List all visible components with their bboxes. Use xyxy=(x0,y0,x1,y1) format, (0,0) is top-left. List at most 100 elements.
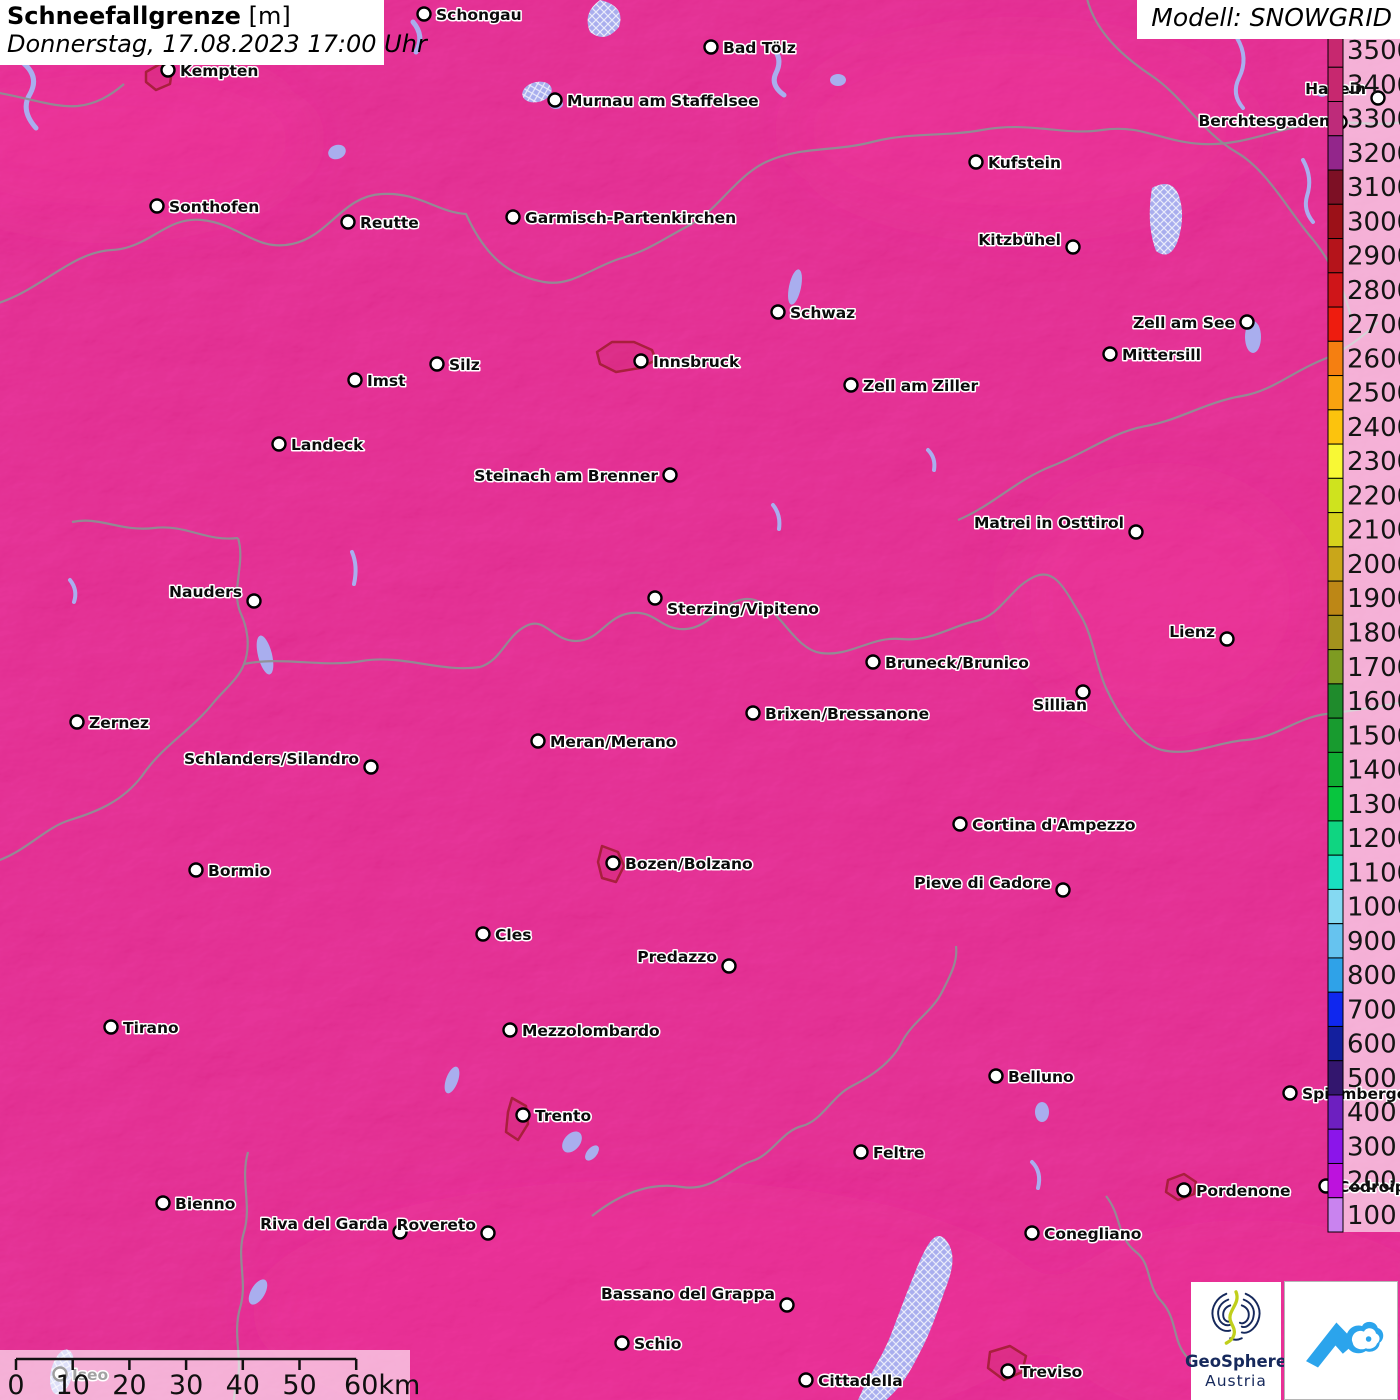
city-dot xyxy=(614,1335,630,1351)
city-marker: Cles xyxy=(475,925,533,946)
city-label: Bormio xyxy=(208,862,270,880)
colorbar-segment xyxy=(1327,614,1344,651)
city-label: Silz xyxy=(449,356,480,374)
colorbar-value: 600 xyxy=(1347,1030,1397,1060)
colorbar-value: 3100 xyxy=(1347,173,1400,203)
city-label: Mezzolombardo xyxy=(522,1022,660,1040)
geosphere-name: GeoSphere xyxy=(1184,1352,1288,1371)
city-label: Trento xyxy=(535,1107,591,1125)
city-label: Imst xyxy=(367,372,406,390)
colorbar-value: 2000 xyxy=(1347,550,1400,580)
colorbar-value: 2100 xyxy=(1347,516,1400,546)
city-label: Pieve di Cadore xyxy=(914,874,1051,892)
geosphere-logo-box: GeoSphere Austria xyxy=(1185,1282,1287,1400)
colorbar-value: 900 xyxy=(1347,927,1397,957)
city-label: Bruneck/Brunico xyxy=(885,654,1029,672)
colorbar-value: 400 xyxy=(1347,1098,1397,1128)
city-label: Treviso xyxy=(1020,1363,1082,1381)
colorbar-value: 1400 xyxy=(1347,756,1400,786)
colorbar-segment xyxy=(1327,477,1344,514)
city-dot xyxy=(1176,1182,1192,1198)
city-dot xyxy=(502,1022,518,1038)
colorbar-segment xyxy=(1327,923,1344,959)
city-dot xyxy=(69,714,85,730)
colorbar-segment xyxy=(1327,101,1344,137)
city-dot xyxy=(347,372,363,388)
city-label: Steinach am Brenner xyxy=(474,467,658,485)
scale-bar-label: 30 xyxy=(169,1370,203,1400)
colorbar-value: 700 xyxy=(1347,995,1397,1025)
city-label: Tirano xyxy=(123,1019,179,1037)
city-marker: Bozen/Bolzano xyxy=(605,854,754,875)
colorbar-segment xyxy=(1327,786,1344,822)
colorbar-segment xyxy=(1327,888,1344,925)
colorbar-value: 3300 xyxy=(1347,105,1400,135)
colorbar-segment xyxy=(1327,991,1344,1027)
city-dot xyxy=(155,1195,171,1211)
colorbar-segment xyxy=(1327,546,1344,582)
colorbar-segment xyxy=(1327,272,1344,308)
city-marker: Berchtesgaden xyxy=(1197,111,1348,132)
city-marker: Zell am Ziller xyxy=(843,376,980,397)
model-label: Modell: SNOWGRID xyxy=(1151,3,1392,32)
city-label: Matrei in Osttirol xyxy=(974,514,1124,532)
city-dot xyxy=(798,1372,814,1388)
city-dot xyxy=(703,39,719,55)
colorbar-segment xyxy=(1327,375,1344,411)
city-marker: Murnau am Staffelsee xyxy=(547,91,760,112)
colorbar-segment xyxy=(1327,135,1344,171)
colorbar-value: 2800 xyxy=(1347,276,1400,306)
city-dot xyxy=(968,154,984,170)
city-label: Conegliano xyxy=(1044,1225,1141,1243)
colorbar-segment xyxy=(1327,1197,1344,1233)
city-label: Kufstein xyxy=(988,154,1061,172)
colorbar-value: 100 xyxy=(1347,1201,1397,1231)
city-dot xyxy=(1128,524,1144,540)
snowline-map: SchongauBad TölzKemptenMurnau am Staffel… xyxy=(0,0,1400,1400)
geosphere-country: Austria xyxy=(1205,1372,1267,1390)
colorbar-segment xyxy=(1327,1025,1344,1062)
colorbar-value: 800 xyxy=(1347,961,1397,991)
city-dot xyxy=(1102,346,1118,362)
city-marker: Silz xyxy=(429,355,481,376)
scale-bar-label: 60km xyxy=(344,1370,420,1400)
city-label: Berchtesgaden xyxy=(1198,112,1330,130)
colorbar-segment xyxy=(1327,1094,1344,1130)
map-title-unit: [m] xyxy=(248,2,291,30)
city-label: Predazzo xyxy=(637,948,717,966)
colorbar-segment xyxy=(1327,649,1344,685)
city-dot xyxy=(363,759,379,775)
city-label: Meran/Merano xyxy=(550,733,676,751)
colorbar-segment xyxy=(1327,66,1344,103)
colorbar-value: 1900 xyxy=(1347,584,1400,614)
city-dot xyxy=(1065,239,1081,255)
colorbar-value: 3000 xyxy=(1347,207,1400,237)
city-dot xyxy=(721,958,737,974)
colorbar-segment xyxy=(1327,1128,1344,1164)
map-datetime: Donnerstag, 17.08.2023 17:00 Uhr xyxy=(7,29,427,58)
city-dot xyxy=(1282,1085,1298,1101)
city-dot xyxy=(988,1068,1004,1084)
city-dot xyxy=(149,198,165,214)
city-dot xyxy=(429,356,445,372)
colorbar-value: 2200 xyxy=(1347,482,1400,512)
city-label: Landeck xyxy=(291,436,364,454)
city-dot xyxy=(271,436,287,452)
map-title: Schneefallgrenze [m] xyxy=(7,2,376,31)
city-label: Innsbruck xyxy=(653,353,740,371)
colorbar-value: 3500 xyxy=(1347,36,1400,66)
title-box: Schneefallgrenze [m] Donnerstag, 17.08.2… xyxy=(0,0,427,66)
city-label: Zell am Ziller xyxy=(863,377,978,395)
colorbar-value: 2900 xyxy=(1347,242,1400,272)
colorbar-segment xyxy=(1327,1162,1344,1199)
colorbar-value: 1600 xyxy=(1347,687,1400,717)
colorbar-segment xyxy=(1327,512,1344,548)
city-marker: Bruneck/Brunico xyxy=(865,653,1030,674)
city-label: Bienno xyxy=(175,1195,235,1213)
colorbar-segment xyxy=(1327,169,1344,205)
colorbar-value: 300 xyxy=(1347,1132,1397,1162)
colorbar-segment xyxy=(1327,1060,1344,1096)
city-label: Cles xyxy=(495,926,531,944)
city-label: Bassano del Grappa xyxy=(601,1285,775,1303)
city-dot xyxy=(662,467,678,483)
